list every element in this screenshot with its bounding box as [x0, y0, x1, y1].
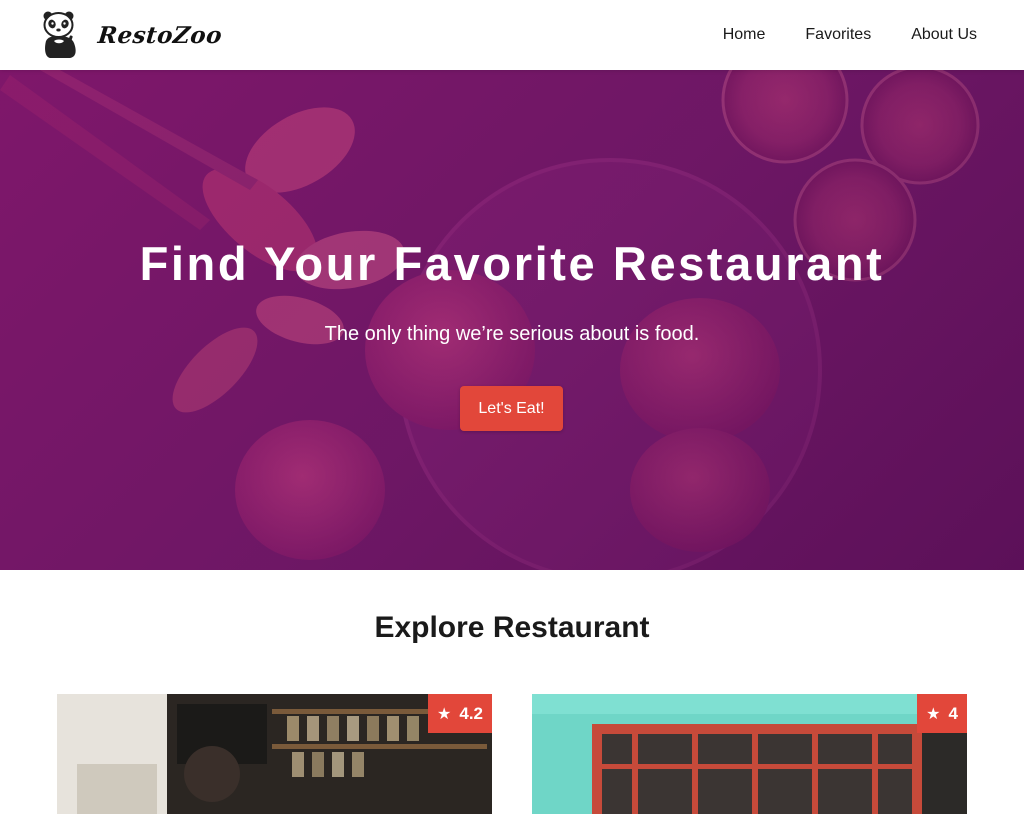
rating-value: 4.2 [459, 703, 483, 723]
hero-section: Find Your Favorite Restaurant The only t… [0, 70, 1024, 570]
restaurant-card[interactable]: ★ 4.2 [57, 694, 492, 814]
rating-badge: ★ 4 [917, 694, 967, 733]
hero-title: Find Your Favorite Restaurant [139, 237, 885, 290]
rating-badge: ★ 4.2 [428, 694, 492, 733]
restaurant-image [532, 694, 967, 814]
brand-logo[interactable]: RestoZoo [40, 11, 224, 59]
site-header: RestoZoo Home Favorites About Us [0, 0, 1024, 70]
main-nav: Home Favorites About Us [683, 0, 977, 70]
rating-value: 4 [948, 703, 958, 723]
restaurant-image [57, 694, 492, 814]
lets-eat-button[interactable]: Let's Eat! [460, 386, 563, 431]
nav-favorites-link[interactable]: Favorites [805, 26, 871, 44]
restaurant-card[interactable]: ★ 4 [532, 694, 967, 814]
hero-subtitle: The only thing we’re serious about is fo… [324, 323, 700, 345]
panda-icon [43, 11, 76, 58]
star-icon: ★ [437, 705, 452, 723]
explore-section-title: Explore Restaurant [374, 611, 650, 644]
nav-about-link[interactable]: About Us [911, 26, 977, 44]
nav-home-link[interactable]: Home [723, 26, 766, 44]
star-icon: ★ [926, 705, 941, 723]
hero-content: Find Your Favorite Restaurant The only t… [0, 70, 1024, 570]
brand-name: RestoZoo [96, 21, 224, 49]
